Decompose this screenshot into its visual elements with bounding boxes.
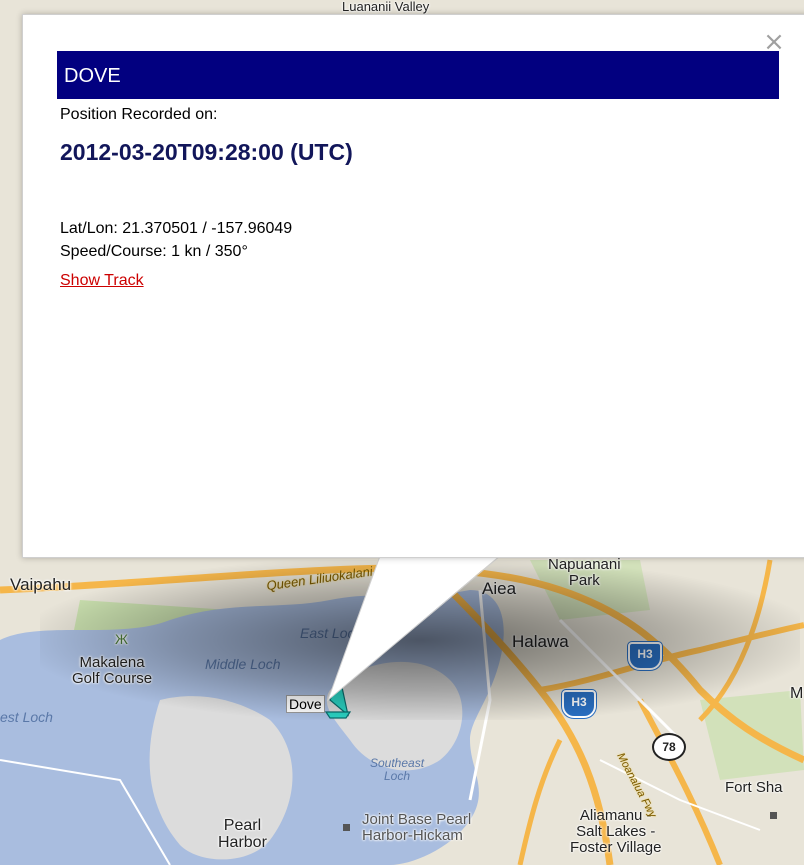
vessel-name-title: DOVE bbox=[64, 65, 121, 87]
position-recorded-label: Position Recorded on: bbox=[60, 106, 218, 123]
show-track-link[interactable]: Show Track bbox=[60, 272, 144, 290]
vessel-title-bar: DOVE bbox=[57, 51, 779, 99]
position-recorded-timestamp: 2012-03-20T09:28:00 (UTC) bbox=[60, 139, 353, 165]
lat-lon-value: Lat/Lon: 21.370501 / -157.96049 bbox=[60, 220, 293, 237]
speed-course-value: Speed/Course: 1 kn / 350° bbox=[60, 243, 248, 260]
